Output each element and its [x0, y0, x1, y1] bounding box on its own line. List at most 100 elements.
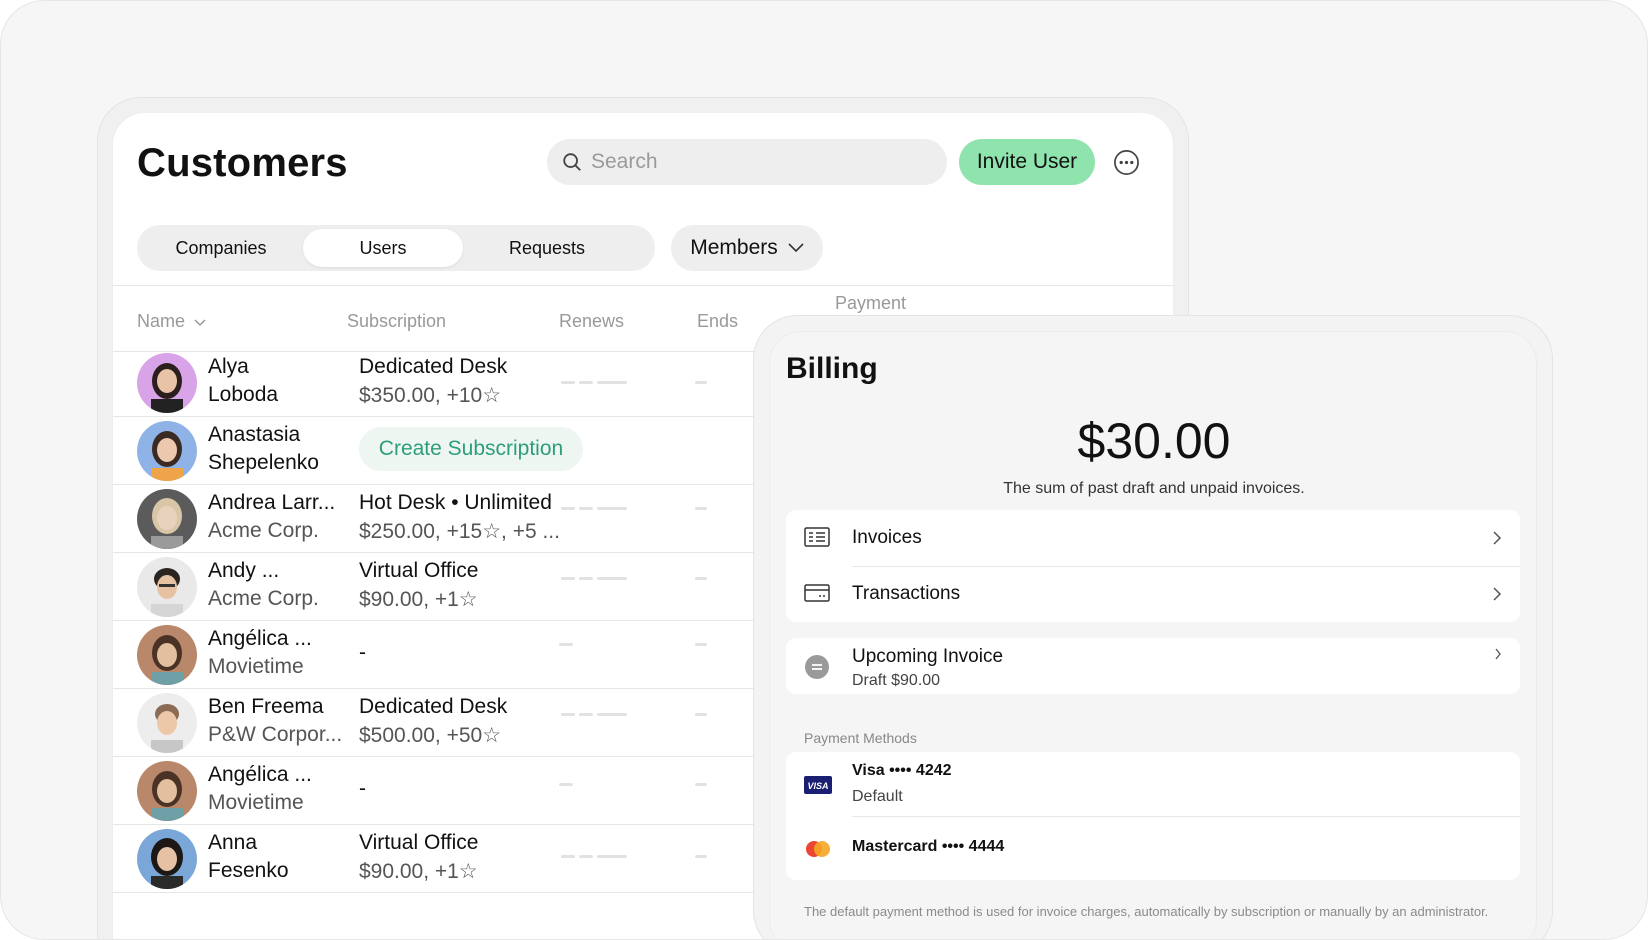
placeholder-bar: [579, 381, 593, 384]
subscription-plan: Dedicated Desk: [359, 695, 508, 718]
placeholder-bar: [559, 783, 573, 786]
column-header-renews[interactable]: Renews: [559, 311, 624, 332]
placeholder-bar: [579, 577, 593, 580]
chevron-right-icon: [1493, 587, 1502, 601]
app-frame: Customers Search Invite User Companies U…: [0, 0, 1648, 940]
sort-chevron-icon: [194, 319, 206, 327]
payment-methods-card: VISA Visa •••• 4242 Default Mastercard •…: [786, 752, 1520, 880]
upcoming-invoice-subtitle: Draft $90.00: [852, 672, 941, 689]
visa-icon: VISA: [804, 776, 832, 794]
customer-company: Movietime: [208, 655, 304, 678]
invite-user-button[interactable]: Invite User: [959, 139, 1095, 185]
subscription-plan: Virtual Office: [359, 559, 479, 582]
placeholder-bar: [597, 713, 627, 716]
placeholder-bar: [695, 713, 707, 716]
default-badge: Default: [852, 788, 903, 805]
subscription-price: $90.00, +1☆: [359, 588, 478, 611]
balance-caption: The sum of past draft and unpaid invoice…: [1003, 480, 1305, 497]
subscription-price: $350.00, +10☆: [359, 384, 502, 407]
customer-name: Angélica ...: [208, 627, 312, 650]
placeholder-bar: [695, 507, 707, 510]
placeholder-bar: [579, 713, 593, 716]
upcoming-invoice-title: Upcoming Invoice: [852, 646, 1004, 667]
placeholder-bar: [561, 577, 575, 580]
customer-name: Angélica ...: [208, 763, 312, 786]
customer-company: Acme Corp.: [208, 519, 319, 542]
column-header-subscription[interactable]: Subscription: [347, 311, 446, 332]
avatar: [137, 557, 197, 617]
avatar: [137, 353, 197, 413]
customer-company: Movietime: [208, 791, 304, 814]
subscription-plan: Virtual Office: [359, 831, 479, 854]
more-options-icon[interactable]: [1113, 149, 1140, 176]
customer-name: Andrea Larr...: [208, 491, 336, 514]
create-subscription-button[interactable]: Create Subscription: [359, 427, 583, 471]
payment-method-visa[interactable]: VISA Visa •••• 4242 Default: [786, 752, 1520, 816]
placeholder-bar: [561, 855, 575, 858]
customer-name: Andy ...: [208, 559, 280, 582]
transactions-link[interactable]: Transactions: [786, 566, 1520, 622]
customer-name: Anna: [208, 831, 258, 854]
upcoming-invoice-card[interactable]: Upcoming Invoice Draft $90.00: [786, 638, 1520, 694]
svg-text:VISA: VISA: [807, 781, 828, 791]
billing-title: Billing: [786, 352, 878, 385]
search-input[interactable]: Search: [547, 139, 947, 185]
placeholder-bar: [597, 381, 627, 384]
customer-name-line2: Fesenko: [208, 859, 289, 882]
mastercard-icon: [806, 841, 830, 857]
placeholder-bar: [695, 381, 707, 384]
payment-methods-heading: Payment Methods: [804, 730, 917, 746]
customer-company: P&W Corpor...: [208, 723, 343, 746]
billing-links-card: Invoices Transactions: [786, 510, 1520, 622]
chevron-right-icon: [1495, 648, 1501, 660]
avatar: [137, 761, 197, 821]
invoices-label: Invoices: [852, 527, 922, 548]
search-placeholder: Search: [591, 150, 658, 173]
payment-footnote: The default payment method is used for i…: [804, 904, 1489, 919]
column-header-ends[interactable]: Ends: [697, 311, 738, 332]
avatar: [137, 625, 197, 685]
subscription-empty: -: [359, 641, 366, 664]
column-header-name-label: Name: [137, 311, 186, 331]
customer-name-line2: Shepelenko: [208, 451, 319, 474]
avatar: [137, 421, 197, 481]
avatar: [137, 693, 197, 753]
subscription-price: $250.00, +15☆, +5 ...: [359, 520, 560, 543]
invoices-link[interactable]: Invoices: [786, 510, 1520, 566]
placeholder-bar: [597, 855, 627, 858]
card-icon: [804, 584, 830, 602]
column-header-payment[interactable]: Payment: [835, 293, 906, 314]
payment-method-mastercard[interactable]: Mastercard •••• 4444: [786, 816, 1520, 880]
members-filter-label: Members: [690, 236, 778, 259]
page-title: Customers: [137, 141, 348, 185]
invoice-icon: [804, 527, 830, 547]
placeholder-bar: [695, 643, 707, 646]
balance-amount: $30.00: [1077, 413, 1231, 469]
tab-users[interactable]: Users: [303, 229, 463, 267]
customer-name: Anastasia: [208, 423, 301, 446]
tab-requests[interactable]: Requests: [467, 229, 627, 267]
subscription-plan: Dedicated Desk: [359, 355, 508, 378]
members-filter-dropdown[interactable]: Members: [671, 225, 823, 271]
placeholder-bar: [559, 643, 573, 646]
view-tabs: Companies Users Requests: [137, 225, 655, 271]
chevron-right-icon: [1493, 531, 1502, 545]
avatar: [137, 829, 197, 889]
customer-company: Acme Corp.: [208, 587, 319, 610]
tab-companies[interactable]: Companies: [141, 229, 301, 267]
placeholder-bar: [579, 855, 593, 858]
placeholder-bar: [597, 507, 627, 510]
billing-panel: Billing $30.00 The sum of past draft and…: [769, 331, 1537, 939]
subscription-plan: Hot Desk • Unlimited: [359, 491, 552, 514]
subscription-price: $90.00, +1☆: [359, 860, 478, 883]
visa-card-name: Visa •••• 4242: [852, 762, 952, 779]
column-header-name[interactable]: Name: [137, 311, 206, 332]
placeholder-bar: [561, 713, 575, 716]
chevron-down-icon: [788, 243, 804, 253]
customer-name-line2: Loboda: [208, 383, 279, 406]
customer-name: Alya: [208, 355, 249, 378]
placeholder-bar: [695, 855, 707, 858]
placeholder-bar: [695, 577, 707, 580]
header-divider: [113, 285, 1173, 286]
placeholder-bar: [561, 381, 575, 384]
